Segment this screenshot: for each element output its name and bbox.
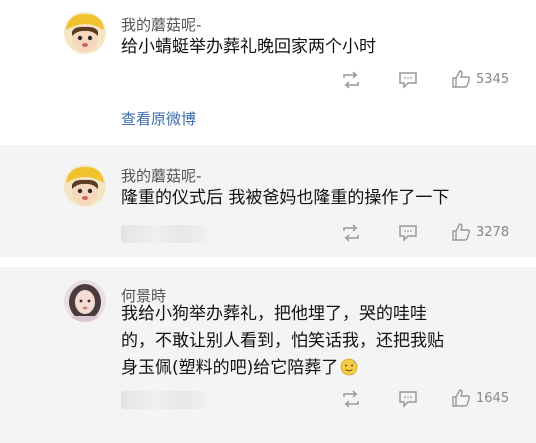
comment-text: 隆重的仪式后 我被爸妈也隆重的操作了一下 bbox=[121, 188, 450, 208]
blurred-meta bbox=[121, 391, 207, 409]
comment-line: 身玉佩(塑料的吧)给它陪葬了 bbox=[121, 358, 339, 378]
avatar[interactable] bbox=[64, 280, 106, 322]
comment-card: 何景時 我给小狗举办葬礼，把他埋了，哭的哇哇 的，不敢让别人看到，怕笑话我，还把… bbox=[0, 267, 536, 443]
username[interactable]: 我的蘑菇呢- bbox=[121, 165, 201, 186]
comment-text: 我给小狗举办葬礼，把他埋了，哭的哇哇 的，不敢让别人看到，怕笑话我，还把我贴 身… bbox=[121, 301, 521, 382]
blurred-meta bbox=[121, 225, 207, 243]
thumbs-up-icon bbox=[452, 223, 471, 241]
comment-icon bbox=[399, 391, 417, 408]
comment-line: 我给小狗举办葬礼，把他埋了，哭的哇哇 bbox=[121, 304, 427, 324]
girl-photo-avatar-icon bbox=[64, 280, 106, 322]
comment-card: 我的蘑菇呢- 隆重的仪式后 我被爸妈也隆重的操作了一下 3278 bbox=[0, 145, 536, 257]
forward-button[interactable] bbox=[341, 71, 361, 89]
child-yellow-hat-avatar-icon bbox=[64, 12, 106, 54]
like-button[interactable]: 1645 bbox=[451, 389, 509, 407]
comment-button[interactable] bbox=[398, 71, 418, 89]
forward-icon bbox=[343, 224, 359, 242]
forward-button[interactable] bbox=[341, 390, 361, 408]
comment-icon bbox=[399, 72, 417, 89]
avatar[interactable] bbox=[64, 12, 106, 54]
username[interactable]: 我的蘑菇呢- bbox=[121, 14, 201, 35]
comment-button[interactable] bbox=[398, 224, 418, 242]
comment-card: 我的蘑菇呢- 给小蜻蜓举办葬礼晚回家两个小时 5345 查看原微博 bbox=[0, 0, 536, 133]
thumbs-up-icon bbox=[452, 389, 471, 407]
separator bbox=[0, 133, 536, 145]
comment-line: 的，不敢让别人看到，怕笑话我，还把我贴 bbox=[121, 331, 444, 351]
separator bbox=[0, 257, 536, 267]
forward-icon bbox=[343, 390, 359, 408]
forward-icon bbox=[343, 71, 359, 89]
view-original-link[interactable]: 查看原微博 bbox=[121, 108, 196, 129]
comment-text: 给小蜻蜓举办葬礼晚回家两个小时 bbox=[121, 37, 376, 57]
like-count: 3278 bbox=[476, 224, 510, 240]
sweat-smile-emoji-icon bbox=[340, 358, 358, 376]
like-button[interactable]: 5345 bbox=[451, 70, 509, 88]
like-count: 5345 bbox=[476, 71, 510, 87]
thumbs-up-icon bbox=[452, 70, 471, 88]
like-button[interactable]: 3278 bbox=[451, 223, 509, 241]
forward-button[interactable] bbox=[341, 224, 361, 242]
like-count: 1645 bbox=[476, 390, 510, 406]
avatar[interactable] bbox=[64, 165, 106, 207]
comment-icon bbox=[399, 225, 417, 242]
comment-button[interactable] bbox=[398, 390, 418, 408]
child-yellow-hat-avatar-icon bbox=[64, 165, 106, 207]
